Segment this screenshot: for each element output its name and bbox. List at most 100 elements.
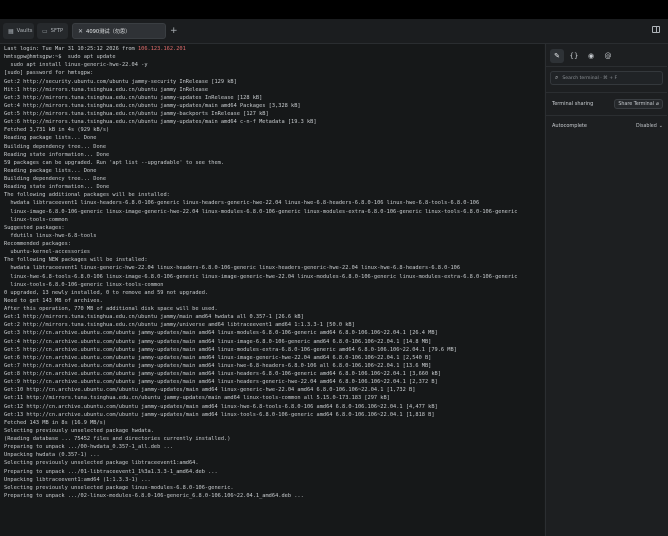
tab-label: Vaults: [16, 28, 33, 34]
autocomplete-select[interactable]: Disabled ⌄: [636, 123, 663, 129]
share-terminal-button[interactable]: Share Terminal ⌀: [614, 99, 663, 109]
divider: [546, 66, 667, 67]
terminal-line-text: linux-image-6.8.0-106-generic linux-imag…: [4, 208, 518, 215]
terminal-line: Get:10 http://cn.archive.ubuntu.com/ubun…: [4, 386, 544, 394]
terminal-output[interactable]: Last login: Tue Mar 31 10:25:12 2026 fro…: [0, 44, 544, 536]
share-terminal-label: Share Terminal: [618, 101, 654, 107]
terminal-sharing-label: Terminal sharing: [552, 101, 594, 107]
terminal-line-text: Building dependency tree... Done: [4, 176, 107, 182]
terminal-line-text: Selecting previously unselected package …: [4, 484, 234, 491]
terminal-line: 59 packages can be upgraded. Run 'apt li…: [4, 159, 544, 167]
terminal-line: Preparing to unpack .../01-libtraceevent…: [4, 468, 544, 476]
terminal-line: Selecting previously unselected package …: [4, 427, 544, 435]
terminal-line: Preparing to unpack .../02-linux-modules…: [4, 492, 544, 500]
terminal-line-text: Get:6 http://cn.archive.ubuntu.com/ubunt…: [4, 354, 432, 361]
terminal-line: (Reading database ... 75452 files and di…: [4, 435, 544, 443]
terminal-line-text: Get:3 http://mirrors.tuna.tsinghua.edu.c…: [4, 94, 263, 101]
terminal-line: fdutils linux-hwe-6.8-tools: [4, 232, 544, 240]
search-icon: ⌕: [555, 74, 559, 81]
pencil-icon[interactable]: ✎: [550, 49, 564, 63]
terminal-line-text: Get:4 http://mirrors.tuna.tsinghua.edu.c…: [4, 102, 301, 109]
tab-4090[interactable]: ✕ 4090测试（勿思）: [72, 23, 166, 39]
terminal-line: Need to get 143 MB of archives.: [4, 297, 544, 305]
terminal-line-text: Selecting previously unselected package …: [4, 427, 154, 434]
terminal-line: Get:13 http://cn.archive.ubuntu.com/ubun…: [4, 411, 544, 419]
terminal-line: linux-image-6.8.0-106-generic linux-imag…: [4, 208, 544, 216]
sidebar-toggle-icon[interactable]: [652, 26, 660, 33]
close-icon[interactable]: ✕: [78, 28, 83, 35]
terminal-line-text: Get:11 http://mirrors.tuna.tsinghua.edu.…: [4, 395, 390, 402]
terminal-line: Unpacking hwdata (0.357-1) ...: [4, 451, 544, 459]
terminal-line-text: Last login: Tue Mar 31 10:25:12 2026 fro…: [4, 46, 138, 52]
terminal-line-text: Reading state information... Done: [4, 184, 110, 191]
terminal-line: Get:4 http://mirrors.tuna.tsinghua.edu.c…: [4, 102, 544, 110]
terminal-line-text: hmtsgpw@hmtsgpw:~$ sudo apt update: [4, 54, 116, 61]
terminal-line: Unpacking libtraceevent1:amd64 (1:1.3.3-…: [4, 476, 544, 484]
chevron-down-icon: ⌄: [658, 123, 663, 129]
terminal-line: After this operation, 770 MB of addition…: [4, 305, 544, 313]
terminal-line: Building dependency tree... Done: [4, 175, 544, 183]
terminal-line-text: (Reading database ... 75452 files and di…: [4, 436, 231, 442]
terminal-line-text: Preparing to unpack .../02-linux-modules…: [4, 492, 304, 499]
terminal-line-text: Unpacking libtraceevent1:amd64 (1:1.3.3-…: [4, 476, 151, 483]
terminal-line: The following additional packages will b…: [4, 191, 544, 199]
terminal-line-text: Get:10 http://cn.archive.ubuntu.com/ubun…: [4, 387, 416, 394]
terminal-line: linux-hwe-6.8-tools-6.8.0-106 linux-imag…: [4, 273, 544, 281]
terminal-line-text: Get:2 http://mirrors.tuna.tsinghua.edu.c…: [4, 322, 355, 329]
terminal-line-text: Get:8 http://cn.archive.ubuntu.com/ubunt…: [4, 371, 441, 377]
terminal-line-text: Reading package lists... Done: [4, 135, 97, 142]
tab-label: 4090测试（勿思）: [86, 28, 131, 35]
terminal-line: Get:5 http://mirrors.tuna.tsinghua.edu.c…: [4, 110, 544, 118]
terminal-line: Preparing to unpack .../00-hwdata_0.357-…: [4, 443, 544, 451]
autocomplete-label: Autocomplete: [552, 123, 587, 129]
divider: [546, 115, 667, 116]
terminal-line: Recommended packages:: [4, 240, 544, 248]
terminal-line: Get:2 http://security.ubuntu.com/ubuntu …: [4, 78, 544, 86]
terminal-line: Hit:1 http://mirrors.tuna.tsinghua.edu.c…: [4, 86, 544, 94]
terminal-line-text: sudo apt install linux-generic-hwe-22.04…: [4, 62, 148, 69]
autocomplete-row: Autocomplete Disabled ⌄: [552, 120, 663, 132]
terminal-line-text: Get:1 http://mirrors.tuna.tsinghua.edu.c…: [4, 314, 304, 321]
brackets-icon[interactable]: {}: [567, 49, 581, 63]
terminal-line: linux-tools-common: [4, 216, 544, 224]
tab-sftp[interactable]: ▭ SFTP: [37, 23, 68, 39]
terminal-line: Fetched 143 MB in 8s (16.9 MB/s): [4, 419, 544, 427]
terminal-line: hwdata libtraceevent1 linux-headers-6.8.…: [4, 199, 544, 207]
title-strip: [0, 0, 668, 19]
palette-icon[interactable]: ◉: [584, 49, 598, 63]
terminal-line-text: ubuntu-kernel-accessories: [4, 249, 91, 256]
terminal-line: [sudo] password for hmtsgpw:: [4, 69, 544, 77]
terminal-line-text: Unpacking hwdata (0.357-1) ...: [4, 452, 100, 459]
tab-bar: ▦ Vaults ▭ SFTP ✕ 4090测试（勿思） +: [0, 19, 668, 44]
terminal-line-text: Hit:1 http://mirrors.tuna.tsinghua.edu.c…: [4, 86, 209, 93]
terminal-line: Reading package lists... Done: [4, 134, 544, 142]
terminal-line-text: hwdata libtraceevent1 linux-generic-hwe-…: [4, 265, 461, 272]
at-icon[interactable]: @: [601, 49, 615, 63]
terminal-line: The following NEW packages will be insta…: [4, 256, 544, 264]
terminal-line-text: linux-hwe-6.8-tools-6.8.0-106 linux-imag…: [4, 273, 518, 280]
terminal-line: Reading state information... Done: [4, 183, 544, 191]
terminal-line: Get:6 http://cn.archive.ubuntu.com/ubunt…: [4, 354, 544, 362]
terminal-line-text: Fetched 3,731 kB in 4s (929 kB/s): [4, 127, 110, 134]
terminal-line: Get:3 http://mirrors.tuna.tsinghua.edu.c…: [4, 94, 544, 102]
add-tab-button[interactable]: +: [170, 23, 178, 39]
terminal-line-text: Get:2 http://security.ubuntu.com/ubuntu …: [4, 78, 237, 85]
search-placeholder: Search terminal · ⌘ + F: [562, 75, 618, 81]
terminal-line: Suggested packages:: [4, 224, 544, 232]
search-terminal-input[interactable]: ⌕ Search terminal · ⌘ + F: [550, 71, 663, 85]
terminal-line: Get:7 http://cn.archive.ubuntu.com/ubunt…: [4, 362, 544, 370]
terminal-line: Get:3 http://cn.archive.ubuntu.com/ubunt…: [4, 329, 544, 337]
folder-icon: ▭: [42, 27, 48, 35]
terminal-line-text: Need to get 143 MB of archives.: [4, 297, 103, 304]
terminal-line-text: Get:6 http://mirrors.tuna.tsinghua.edu.c…: [4, 119, 317, 126]
terminal-sidebar: ✎ {} ◉ @ ⌕ Search terminal · ⌘ + F Termi…: [545, 44, 668, 536]
terminal-line: sudo apt install linux-generic-hwe-22.04…: [4, 61, 544, 69]
terminal-line-text: fdutils linux-hwe-6.8-tools: [4, 232, 97, 239]
terminal-line-text: Get:7 http://cn.archive.ubuntu.com/ubunt…: [4, 362, 432, 369]
terminal-line: linux-tools-6.8.0-106-generic linux-tool…: [4, 281, 544, 289]
tab-vaults[interactable]: ▦ Vaults: [3, 23, 34, 39]
terminal-line-text: 59 packages can be upgraded. Run 'apt li…: [4, 159, 225, 166]
terminal-line-text: Get:3 http://cn.archive.ubuntu.com/ubunt…: [4, 330, 438, 337]
link-icon: ⌀: [655, 101, 659, 107]
terminal-line-text: Building dependency tree... Done: [4, 143, 107, 150]
